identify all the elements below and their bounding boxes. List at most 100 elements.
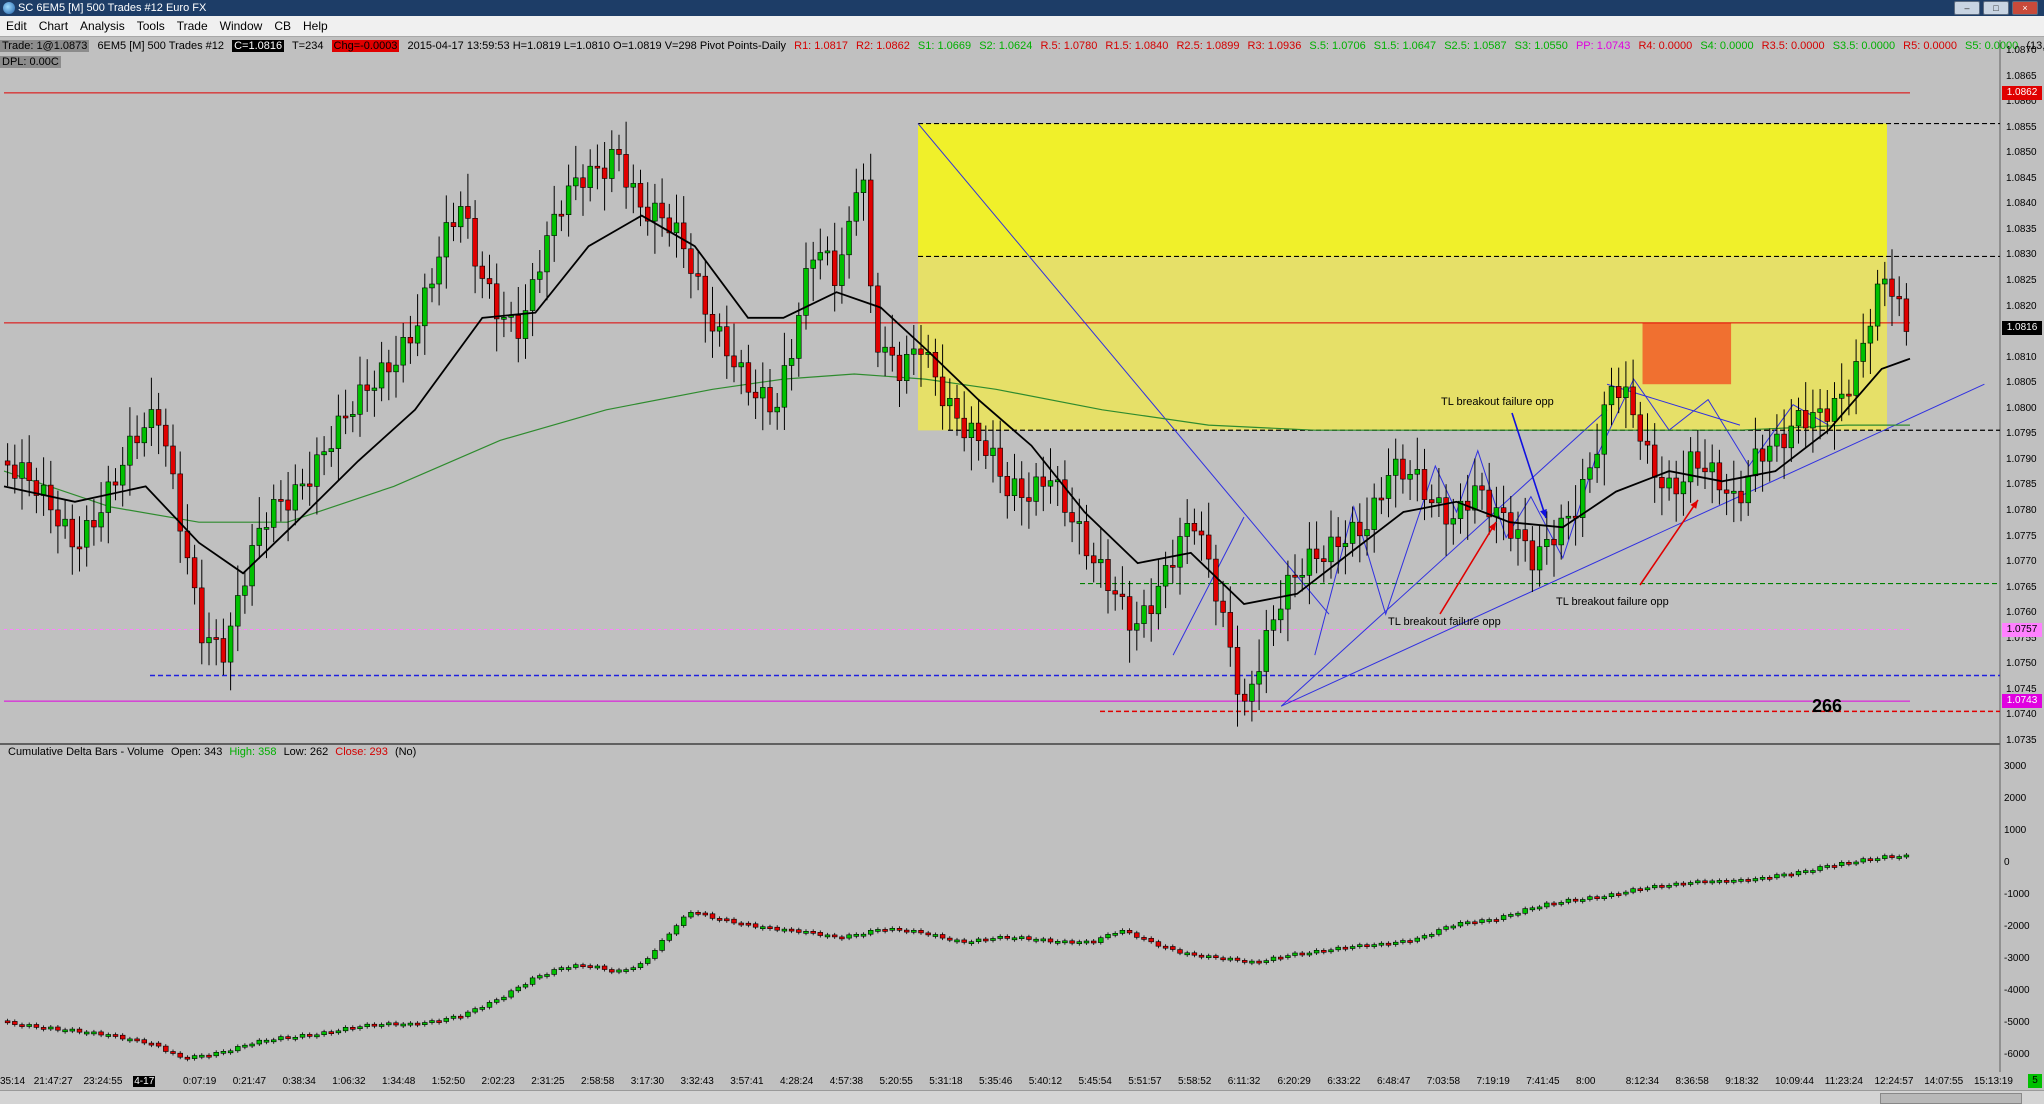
delta-bar-body — [1256, 960, 1262, 964]
delta-bar-body — [1616, 893, 1622, 896]
price-candle-body — [1069, 512, 1075, 523]
chart-canvas[interactable] — [0, 0, 2044, 1090]
price-candle-body — [1321, 558, 1327, 563]
price-candle-body — [673, 222, 680, 234]
delta-bar-body — [242, 1044, 248, 1048]
delta-bar-body — [1839, 861, 1845, 866]
annotation-tl-breakout-2: TL breakout failure opp — [1388, 616, 1501, 628]
time-tick-label: 4:57:38 — [829, 1076, 864, 1087]
delta-bar-body — [1580, 899, 1586, 902]
pivot-s2: S2: 1.0624 — [979, 40, 1033, 52]
delta-bar-body — [1328, 949, 1334, 953]
price-candle-body — [1817, 408, 1823, 413]
delta-bar-body — [1299, 952, 1305, 956]
price-candle-body — [1536, 546, 1543, 571]
price-candle-body — [688, 248, 694, 274]
delta-bar-body — [1443, 926, 1449, 930]
delta-bar-body — [1321, 949, 1327, 953]
delta-bar-body — [788, 928, 795, 932]
price-candle-body — [1170, 565, 1176, 568]
price-candle-body — [1263, 630, 1270, 672]
delta-bar-body — [1486, 919, 1492, 922]
delta-bar-body — [975, 938, 982, 943]
volume-tick-label: -2000 — [2004, 921, 2030, 932]
delta-bar-body — [508, 990, 514, 998]
scrollbar-thumb[interactable] — [1880, 1093, 2022, 1104]
pivot-r35: R3.5: 0.0000 — [1761, 40, 1825, 52]
price-candle-body — [457, 206, 464, 228]
delta-bar-body — [997, 935, 1003, 939]
bar-info: 2015-04-17 13:59:53 H=1.0819 L=1.0810 O=… — [407, 40, 787, 52]
delta-bar-body — [1882, 855, 1888, 859]
delta-bar-body — [580, 964, 586, 968]
delta-bar-body — [1551, 902, 1557, 906]
delta-bar-body — [1292, 952, 1298, 956]
delta-bar-body — [983, 938, 989, 942]
price-candle-body — [1126, 596, 1133, 631]
delta-bar-body — [1795, 871, 1802, 876]
price-candle-body — [1594, 453, 1600, 469]
horizontal-scrollbar[interactable] — [0, 1090, 2044, 1104]
price-candle-body — [299, 483, 306, 487]
delta-bar-body — [1285, 955, 1291, 958]
delta-bar-body — [285, 1036, 291, 1039]
price-candle-body — [1558, 517, 1564, 546]
price-candle-body — [62, 518, 68, 527]
delta-bar-body — [1371, 944, 1377, 947]
price-candle-body — [1177, 536, 1183, 568]
price-candle-body — [256, 527, 262, 546]
delta-bar-body — [335, 1030, 342, 1034]
price-candle-body — [1206, 534, 1212, 560]
price-candle-body — [1004, 475, 1011, 497]
price-candle-body — [1242, 693, 1248, 702]
price-tick-label: 1.0790 — [2006, 453, 2037, 465]
price-candle-body — [407, 336, 414, 344]
price-candle-body — [350, 413, 356, 417]
price-candle-body — [378, 362, 385, 389]
delta-bar-body — [1349, 946, 1356, 949]
price-candle-body — [652, 202, 658, 222]
price-candle-body — [386, 362, 392, 373]
price-candle-body — [1630, 386, 1636, 416]
delta-bar-body — [644, 958, 651, 964]
lower-panel-flag: (No) — [394, 746, 417, 758]
delta-bar-body — [781, 928, 788, 932]
price-candle-body — [817, 252, 824, 261]
annotation-count: 266 — [1812, 696, 1843, 716]
delta-bar-body — [1407, 940, 1413, 943]
delta-bar-body — [889, 927, 896, 931]
price-candle-body — [1522, 529, 1528, 542]
price-candle-body — [1234, 646, 1241, 695]
price-candle-body — [1500, 507, 1507, 514]
price-tick-label: 1.0835 — [2006, 223, 2037, 235]
price-candle-body — [1450, 518, 1457, 525]
delta-bar-body — [1687, 882, 1694, 885]
delta-bar-body — [148, 1042, 155, 1046]
price-candle-body — [1443, 497, 1449, 525]
price-candle-body — [918, 348, 924, 355]
price-tick-label: 1.0870 — [2006, 45, 2037, 56]
time-tick-label: 7:19:19 — [1476, 1076, 1510, 1087]
price-candle-body — [429, 283, 435, 289]
pivot-r25: R2.5: 1.0899 — [1176, 40, 1240, 52]
delta-bar-body — [120, 1034, 126, 1040]
delta-bar-body — [1544, 902, 1550, 908]
delta-bar-body — [1155, 941, 1162, 947]
delta-bar-body — [170, 1051, 176, 1054]
price-candle-body — [1544, 538, 1550, 547]
volume-tick-label: 1000 — [2004, 825, 2027, 836]
delta-bar-body — [1781, 873, 1787, 877]
price-candle-body — [1436, 497, 1442, 504]
delta-bar-body — [1652, 885, 1658, 889]
delta-bar-body — [1731, 879, 1737, 883]
price-candle-body — [220, 638, 227, 663]
pivot-r15: R1.5: 1.0840 — [1105, 40, 1169, 52]
price-candle-body — [882, 346, 888, 353]
price-candle-body — [1112, 590, 1118, 595]
time-tick-label: 4:28:24 — [780, 1076, 814, 1087]
price-candle-body — [98, 512, 104, 528]
delta-bar-body — [184, 1056, 191, 1060]
time-tick-label: 21:47:27 — [33, 1076, 73, 1087]
price-candle-body — [1141, 605, 1147, 624]
price-candle-body — [1831, 397, 1838, 422]
